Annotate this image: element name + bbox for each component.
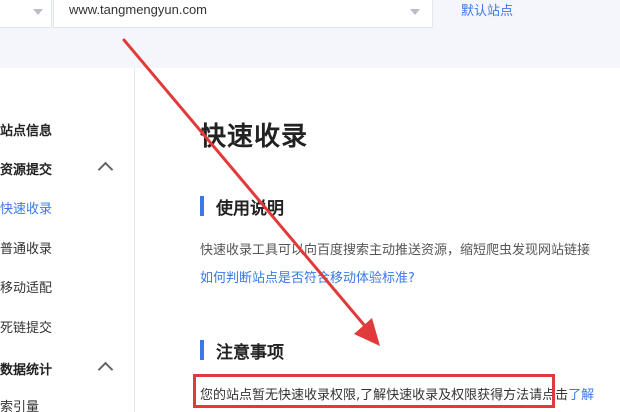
sidebar-item-resource-submit[interactable]: 资源提交	[0, 159, 52, 178]
chevron-up-icon[interactable]	[97, 361, 114, 378]
sidebar-item-normal-index[interactable]: 普通收录	[0, 238, 52, 257]
sidebar-item-dead-link[interactable]: 死链提交	[0, 317, 52, 336]
site-url-value: www.tangmengyun.com	[69, 2, 208, 17]
learn-more-link[interactable]: 了解	[568, 388, 594, 403]
mobile-standard-link[interactable]: 如何判断站点是否符合移动体验标准?	[200, 267, 415, 286]
sidebar-item-statistics[interactable]: 数据统计	[0, 359, 52, 378]
usage-description: 快速收录工具可以向百度搜索主动推送资源，缩短爬虫发现网站链接	[200, 243, 591, 258]
notice-heading-text: 注意事项	[216, 343, 284, 363]
annotation-highlight-box	[193, 374, 555, 408]
heading-accent-bar	[200, 196, 204, 216]
chevron-down-icon	[410, 9, 420, 15]
usage-heading-text: 使用说明	[216, 199, 284, 219]
chevron-down-icon	[33, 9, 43, 15]
sidebar-item-mobile-adapt[interactable]: 移动适配	[0, 277, 52, 296]
chevron-up-icon[interactable]	[97, 161, 114, 178]
sidebar: 站点信息 资源提交 快速收录 普通收录 移动适配 死链提交 数据统计 索引量	[0, 68, 135, 412]
sidebar-item-fast-index[interactable]: 快速收录	[0, 198, 52, 217]
page-title: 快速收录	[200, 122, 309, 152]
sidebar-item-site-info[interactable]: 站点信息	[0, 120, 52, 139]
main-content: 快速收录 使用说明 快速收录工具可以向百度搜索主动推送资源，缩短爬虫发现网站链接…	[136, 68, 620, 412]
site-type-select[interactable]	[0, 0, 52, 28]
top-bar: www.tangmengyun.com 默认站点	[0, 0, 620, 68]
default-site-link[interactable]: 默认站点	[461, 0, 513, 19]
site-url-select[interactable]: www.tangmengyun.com	[53, 0, 433, 28]
heading-accent-bar	[200, 340, 204, 360]
sidebar-item-index-volume[interactable]: 索引量	[0, 396, 39, 412]
